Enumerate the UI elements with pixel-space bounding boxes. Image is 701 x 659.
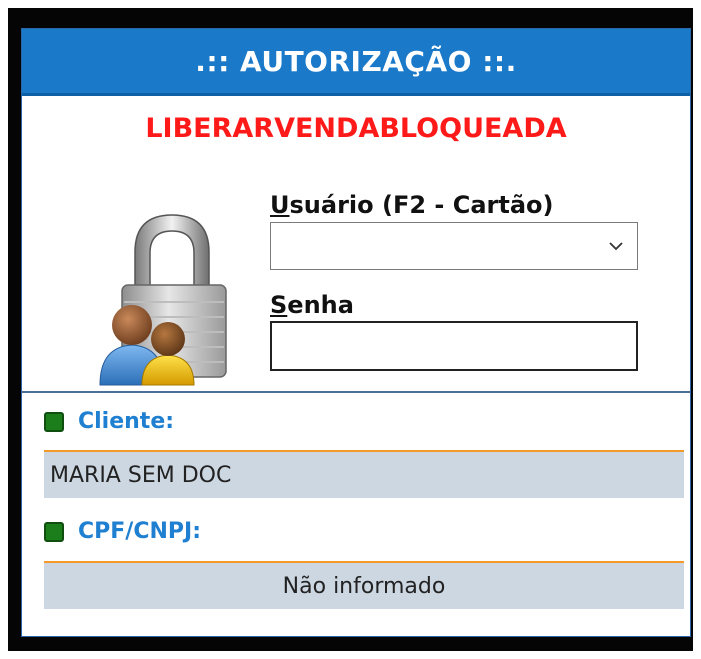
document-value-box: Não informado [44, 561, 684, 609]
user-select[interactable] [270, 222, 638, 270]
chevron-down-icon[interactable] [605, 235, 627, 257]
authorization-dialog: .:: AUTORIZAÇÃO ::. LIBERARVENDABLOQUEAD… [21, 28, 691, 637]
document-label: CPF/CNPJ: [78, 519, 201, 544]
client-value-box: MARIA SEM DOC [44, 450, 684, 498]
client-value: MARIA SEM DOC [50, 462, 232, 488]
client-label: Cliente: [78, 409, 175, 434]
operation-name: LIBERARVENDABLOQUEADA [145, 113, 567, 144]
password-input[interactable] [270, 321, 638, 371]
green-square-icon [44, 521, 64, 542]
document-value: Não informado [282, 573, 446, 599]
green-square-icon [44, 411, 64, 432]
section-divider [22, 391, 690, 393]
client-header: Cliente: [44, 409, 174, 434]
user-label: Usuário (F2 - Cartão) [270, 191, 554, 219]
password-label: Senha [270, 291, 354, 319]
document-header: CPF/CNPJ: [44, 519, 201, 544]
lock-users-icon [90, 207, 260, 387]
dialog-title: .:: AUTORIZAÇÃO ::. [22, 29, 690, 96]
